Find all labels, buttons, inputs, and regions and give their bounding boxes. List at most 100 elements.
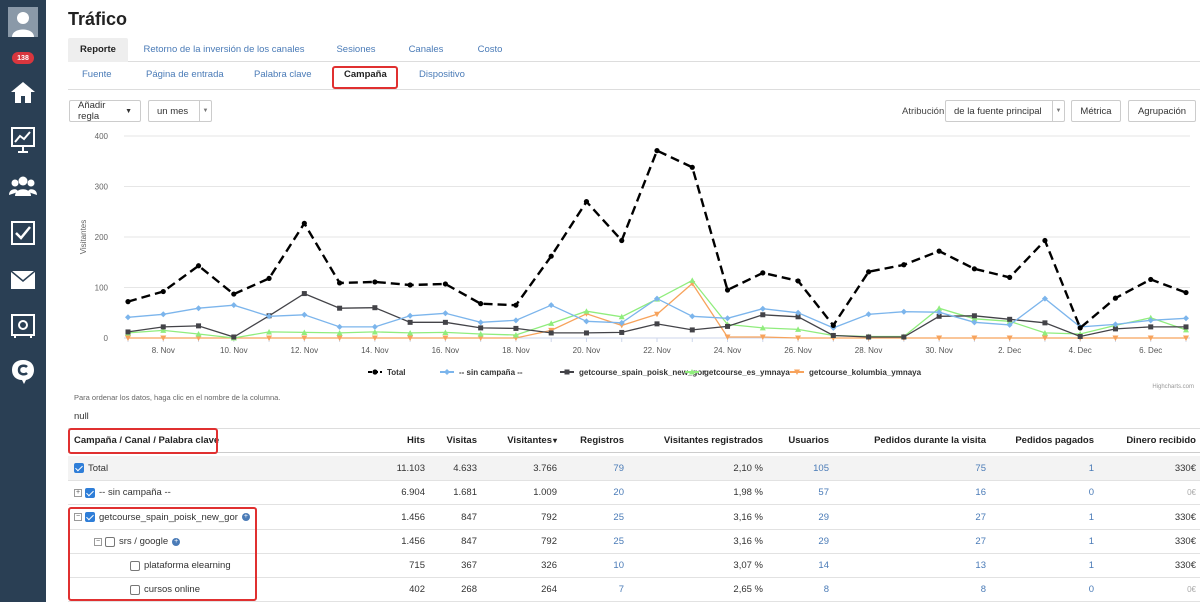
cell-paid[interactable]: 1 bbox=[1089, 505, 1094, 529]
tab-dispositivo[interactable]: Dispositivo bbox=[419, 69, 465, 80]
table-row[interactable]: + -- sin campaña -- 6.904 1.681 1.009 20 1,98 … bbox=[68, 481, 1200, 505]
col-visitantes-registrados[interactable]: Visitantes registrados bbox=[664, 429, 763, 452]
table-row[interactable]: cursos online 402 268 264 7 2,65 % 8 8 0 0€ bbox=[68, 578, 1200, 602]
cell-visits: 847 bbox=[461, 511, 477, 523]
cell-regs[interactable]: 20 bbox=[613, 481, 624, 504]
attribution-value: de la fuente principal bbox=[954, 105, 1042, 117]
home-icon bbox=[11, 82, 35, 103]
tab-fuente[interactable]: Fuente bbox=[82, 69, 112, 80]
legend-item[interactable]: Total bbox=[368, 368, 406, 377]
x-tick-label: 2. Dec bbox=[998, 346, 1021, 355]
cell-users[interactable]: 105 bbox=[813, 456, 829, 480]
cell-orders[interactable]: 27 bbox=[975, 530, 986, 553]
users-button[interactable] bbox=[0, 166, 46, 206]
cell-regs[interactable]: 7 bbox=[619, 578, 624, 601]
table-row[interactable]: Total 11.103 4.633 3.766 79 2,10 % 105 75 1 330€ bbox=[68, 456, 1200, 481]
col-visitas[interactable]: Visitas bbox=[447, 429, 477, 452]
table-row[interactable]: − getcourse_spain_poisk_new_gor +1.456 847 7… bbox=[68, 505, 1200, 530]
col-visitantes[interactable]: Visitantes ▾ bbox=[507, 429, 557, 452]
data-point bbox=[583, 330, 589, 336]
tab-canales[interactable]: Canales bbox=[402, 38, 450, 62]
notification-badge[interactable]: 138 bbox=[12, 52, 34, 64]
data-point bbox=[125, 329, 131, 335]
data-point bbox=[1042, 237, 1048, 244]
data-point bbox=[160, 288, 166, 295]
row-checkbox[interactable] bbox=[74, 463, 84, 473]
stats-button[interactable] bbox=[0, 120, 46, 160]
data-point bbox=[1042, 320, 1048, 326]
tab-sesiones[interactable]: Sesiones bbox=[330, 38, 382, 62]
cell-regs[interactable]: 10 bbox=[613, 554, 624, 577]
avatar[interactable] bbox=[0, 2, 46, 42]
tasks-button[interactable] bbox=[0, 213, 46, 253]
cell-visits: 1.681 bbox=[453, 487, 477, 498]
data-point bbox=[619, 329, 625, 335]
row-checkbox[interactable] bbox=[130, 560, 140, 571]
tab-costo[interactable]: Costo bbox=[470, 38, 510, 62]
cell-paid[interactable]: 1 bbox=[1089, 554, 1094, 577]
data-point bbox=[936, 248, 942, 254]
collapse-icon[interactable]: − bbox=[74, 513, 82, 521]
tab-campana[interactable]: Campaña bbox=[344, 69, 387, 80]
attribution-select[interactable]: de la fuente principal ▼ bbox=[945, 100, 1065, 122]
row-checkbox[interactable] bbox=[85, 512, 95, 522]
row-name-cell: cursos online bbox=[130, 578, 200, 601]
primary-tabs: Reporte Retorno de la inversión de los c… bbox=[68, 38, 1200, 62]
cell-money: 330€ bbox=[1174, 560, 1196, 571]
data-point bbox=[513, 302, 519, 308]
sort-note: Para ordenar los datos, haga clic en el … bbox=[74, 393, 281, 402]
cell-users[interactable]: 29 bbox=[818, 530, 829, 553]
row-checkbox[interactable] bbox=[85, 487, 95, 498]
legend-item[interactable]: getcourse_spain_poisk_new_gor bbox=[560, 368, 705, 377]
add-circle-icon[interactable]: + bbox=[241, 513, 250, 521]
col-hits[interactable]: Hits bbox=[407, 429, 425, 452]
mail-button[interactable] bbox=[0, 260, 46, 300]
legend-item[interactable]: -- sin campaña -- bbox=[440, 368, 523, 377]
cell-users[interactable]: 57 bbox=[818, 481, 829, 504]
expand-icon[interactable]: + bbox=[74, 488, 82, 497]
cell-regs[interactable]: 25 bbox=[613, 505, 624, 529]
cell-users[interactable]: 8 bbox=[824, 578, 829, 601]
getcourse-button[interactable] bbox=[0, 352, 46, 392]
cell-paid[interactable]: 0 bbox=[1089, 578, 1094, 601]
tab-retorno[interactable]: Retorno de la inversión de los canales bbox=[138, 38, 310, 62]
grouping-button[interactable]: Agrupación bbox=[1128, 100, 1196, 122]
cell-orders[interactable]: 16 bbox=[975, 481, 986, 504]
cell-orders[interactable]: 27 bbox=[975, 505, 986, 529]
cell-orders[interactable]: 8 bbox=[981, 578, 986, 601]
col-usuarios[interactable]: Usuarios bbox=[788, 429, 829, 452]
row-label: cursos online bbox=[144, 584, 200, 595]
cell-paid[interactable]: 1 bbox=[1089, 530, 1094, 553]
metric-button[interactable]: Métrica bbox=[1071, 100, 1121, 122]
x-tick-label: 14. Nov bbox=[361, 346, 389, 355]
col-dinero[interactable]: Dinero recibido bbox=[1126, 429, 1196, 452]
home-button[interactable] bbox=[0, 72, 46, 112]
add-circle-icon[interactable]: + bbox=[172, 537, 181, 546]
collapse-icon[interactable]: − bbox=[94, 537, 102, 546]
col-campaign[interactable]: Campaña / Canal / Palabra clave bbox=[74, 429, 219, 452]
period-select[interactable]: un mes ▼ bbox=[148, 100, 212, 122]
safe-button[interactable] bbox=[0, 306, 46, 346]
tab-palabra-clave[interactable]: Palabra clave bbox=[254, 69, 312, 80]
row-checkbox[interactable] bbox=[130, 584, 140, 595]
add-rule-button[interactable]: Añadir regla ▼ bbox=[69, 100, 141, 122]
cell-regs[interactable]: 25 bbox=[613, 530, 624, 553]
cell-paid[interactable]: 1 bbox=[1089, 456, 1094, 480]
tab-reporte[interactable]: Reporte bbox=[68, 38, 128, 62]
cell-users[interactable]: 29 bbox=[818, 505, 829, 529]
col-pedidos-visita[interactable]: Pedidos durante la visita bbox=[874, 429, 986, 452]
cell-paid[interactable]: 0 bbox=[1089, 481, 1094, 504]
row-checkbox[interactable] bbox=[105, 536, 115, 547]
cell-regs[interactable]: 79 bbox=[613, 456, 624, 480]
col-pedidos-pagados[interactable]: Pedidos pagados bbox=[1015, 429, 1094, 452]
col-registros[interactable]: Registros bbox=[580, 429, 624, 452]
cell-orders[interactable]: 13 bbox=[975, 554, 986, 577]
cell-orders[interactable]: 75 bbox=[975, 456, 986, 480]
table-row[interactable]: plataforma elearning 715 367 326 10 3,07 % 14 1… bbox=[68, 554, 1200, 578]
data-point bbox=[160, 324, 166, 330]
tab-pagina-entrada[interactable]: Página de entrada bbox=[146, 69, 224, 80]
data-point bbox=[830, 332, 836, 338]
cell-users[interactable]: 14 bbox=[818, 554, 829, 577]
legend-item[interactable]: getcourse_kolumbia_ymnaya bbox=[790, 368, 922, 377]
table-row[interactable]: − srs / google +1.456 847 792 25 3,16 % 29 27 1 33… bbox=[68, 530, 1200, 554]
